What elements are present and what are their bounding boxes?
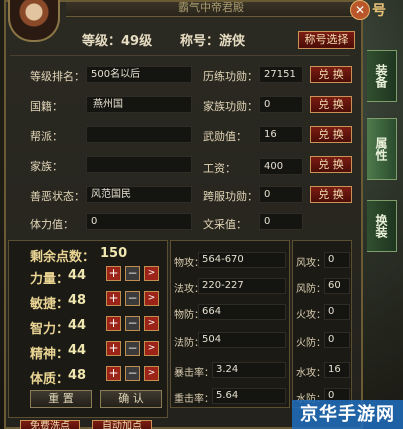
tab-outfit[interactable]: 换装 — [367, 200, 397, 252]
title-label: 称号：游侠 — [180, 34, 246, 49]
nation-label: 国籍： — [30, 100, 63, 113]
salary-label: 工资： — [203, 162, 236, 175]
character-avatar — [8, 0, 60, 42]
site-watermark: 京华手游网 — [292, 400, 403, 429]
free-respec-button[interactable]: 免费洗点 — [20, 420, 80, 429]
literary-value: 0 — [259, 213, 303, 230]
corner-text: 号 — [372, 3, 386, 19]
intellect-max-button[interactable]: > — [144, 316, 159, 331]
character-name-strip: 霸气中帝君殿 — [66, 2, 356, 17]
exchange-button[interactable]: 兑 换 — [310, 126, 352, 143]
cross-server-merit-label: 跨服功勋： — [203, 190, 258, 203]
literary-label: 文采值： — [203, 218, 247, 231]
fire-attack-label: 火攻： — [296, 310, 326, 321]
intellect-value: 44 — [68, 318, 87, 333]
crit-rate-label: 暴击率： — [174, 368, 214, 379]
agility-label: 敏捷： — [30, 297, 70, 312]
strength-value: 44 — [68, 268, 87, 283]
martial-merit-value: 16 — [259, 126, 303, 143]
crit-rate-value: 3.24 — [212, 362, 286, 378]
strength-max-button[interactable]: > — [144, 266, 159, 281]
agility-value: 48 — [68, 293, 87, 308]
strength-plus-button[interactable]: + — [106, 266, 121, 281]
rank-label: 等级排名： — [30, 70, 85, 83]
title-select-button[interactable]: 称号选择 — [298, 31, 355, 49]
nation-value: 燕州国 — [86, 96, 192, 113]
spirit-value: 44 — [68, 343, 87, 358]
magic-defense-value: 504 — [198, 332, 286, 348]
cross-server-merit-value: 0 — [259, 186, 303, 203]
level-label: 等级：49级 — [82, 34, 153, 49]
guild-value — [86, 126, 192, 143]
morality-label: 善恶状态： — [30, 190, 85, 203]
remaining-points-value: 150 — [100, 246, 128, 261]
stamina-label: 体力值： — [30, 218, 74, 231]
agility-plus-button[interactable]: + — [106, 291, 121, 306]
water-attack-value: 16 — [324, 362, 350, 378]
intellect-plus-button[interactable]: + — [106, 316, 121, 331]
intellect-minus-button[interactable]: − — [125, 316, 140, 331]
fire-attack-value: 0 — [324, 304, 350, 320]
stamina-value: 0 — [86, 213, 192, 230]
phys-attack-value: 564-670 — [198, 252, 286, 268]
wind-attack-label: 风攻： — [296, 258, 326, 269]
constitution-plus-button[interactable]: + — [106, 366, 121, 381]
fire-defense-label: 火防： — [296, 338, 326, 349]
family-merit-label: 家族功勋： — [203, 100, 258, 113]
tab-attributes[interactable]: 属性 — [367, 118, 397, 180]
exchange-button[interactable]: 兑 换 — [310, 96, 352, 113]
spirit-label: 精神： — [30, 347, 70, 362]
tab-equipment[interactable]: 装备 — [367, 50, 397, 102]
family-label: 家族： — [30, 160, 63, 173]
exchange-button[interactable]: 兑 换 — [310, 66, 352, 83]
character-window: 霸气中帝君殿 等级：49级 称号：游侠 称号选择 ✕ 号 等级排名： 500名以… — [0, 0, 403, 429]
heavy-hit-label: 重击率： — [174, 394, 214, 405]
exp-merit-label: 历练功勋： — [203, 70, 258, 83]
rank-value: 500名以后 — [86, 66, 192, 83]
family-value — [86, 156, 192, 173]
salary-value: 400 — [259, 158, 303, 175]
phys-defense-value: 664 — [198, 304, 286, 320]
wind-defense-value: 60 — [324, 278, 350, 294]
guild-label: 帮派： — [30, 130, 63, 143]
wind-defense-label: 风防： — [296, 284, 326, 295]
constitution-value: 48 — [68, 368, 87, 383]
close-icon[interactable]: ✕ — [350, 0, 370, 20]
divider — [10, 55, 350, 56]
intellect-label: 智力： — [30, 322, 70, 337]
exchange-button[interactable]: 兑 换 — [310, 186, 352, 203]
constitution-max-button[interactable]: > — [144, 366, 159, 381]
spirit-minus-button[interactable]: − — [125, 341, 140, 356]
wind-attack-value: 0 — [324, 252, 350, 268]
reset-button[interactable]: 重 置 — [30, 390, 92, 408]
agility-max-button[interactable]: > — [144, 291, 159, 306]
agility-minus-button[interactable]: − — [125, 291, 140, 306]
remaining-points-label: 剩余点数： — [30, 250, 96, 265]
heavy-hit-value: 5.64 — [212, 388, 286, 404]
spirit-plus-button[interactable]: + — [106, 341, 121, 356]
exchange-button[interactable]: 兑 换 — [310, 156, 352, 173]
magic-attack-value: 220-227 — [198, 278, 286, 294]
martial-merit-label: 武勋值： — [203, 130, 247, 143]
constitution-minus-button[interactable]: − — [125, 366, 140, 381]
strength-minus-button[interactable]: − — [125, 266, 140, 281]
fire-defense-value: 0 — [324, 332, 350, 348]
auto-allocate-button[interactable]: 自动加点 — [92, 420, 152, 429]
confirm-button[interactable]: 确 认 — [100, 390, 162, 408]
strength-label: 力量： — [30, 272, 70, 287]
water-attack-label: 水攻： — [296, 368, 326, 379]
spirit-max-button[interactable]: > — [144, 341, 159, 356]
family-merit-value: 0 — [259, 96, 303, 113]
exp-merit-value: 27151 — [259, 66, 303, 83]
morality-value: 风范国民 — [86, 186, 192, 203]
constitution-label: 体质： — [30, 372, 70, 387]
